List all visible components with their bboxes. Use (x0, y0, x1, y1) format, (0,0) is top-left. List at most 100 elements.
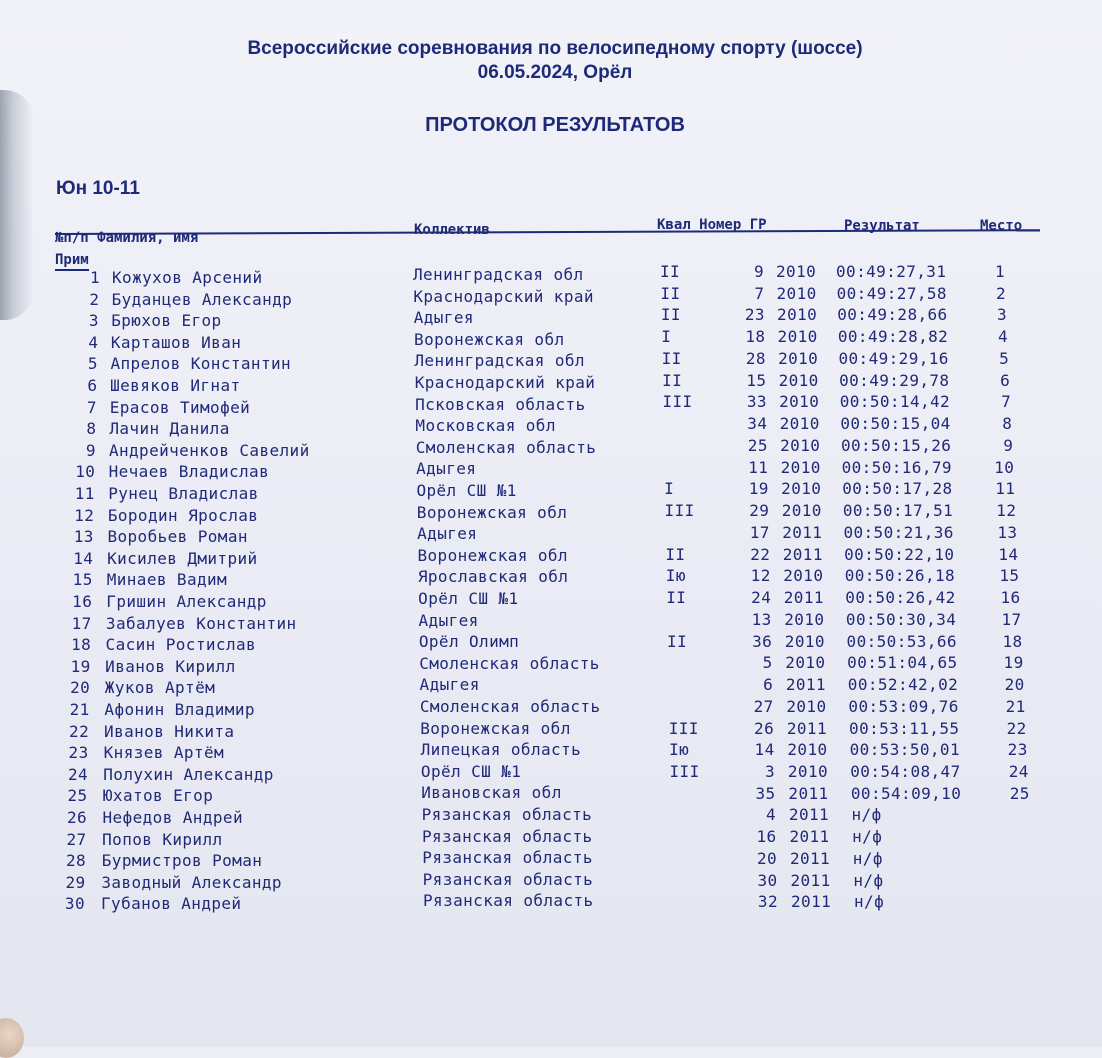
qualification: II (660, 262, 681, 281)
result-time: н/ф (854, 892, 885, 912)
athlete-name: Бурмистров Роман (101, 851, 263, 871)
birth-year: 2011 (786, 718, 827, 738)
birth-year: 2010 (777, 305, 818, 325)
row-number: 20 (70, 678, 91, 698)
team-name: Воронежская обл (416, 502, 568, 522)
team-name: Адыгея (416, 459, 477, 479)
qualification: II (660, 283, 681, 303)
birth-year: 2010 (781, 479, 822, 499)
team-name: Воронежская обл (414, 329, 565, 349)
result-time: 00:53:09,76 (848, 696, 959, 716)
result-row: 22 Иванов Никита Воронежская обл III 26 2011 0… (0, 718, 1102, 742)
row-number: 27 (66, 829, 87, 849)
athlete-name: Попов Кирилл (102, 829, 223, 849)
row-number: 5 (87, 354, 98, 374)
birth-year: 2010 (778, 348, 819, 368)
bib-number: 24 (751, 588, 772, 608)
birth-year: 2010 (780, 435, 821, 455)
place: 15 (999, 566, 1020, 586)
age-group-label: Юн 10-11 (56, 178, 140, 199)
results-list: 1 Кожухов Арсений Ленинградская обл II 9 2010… (0, 262, 1102, 928)
place: 21 (1005, 696, 1026, 716)
birth-year: 2010 (786, 696, 827, 716)
result-time: н/ф (853, 870, 884, 890)
bib-number: 26 (754, 718, 775, 738)
row-number: 23 (68, 743, 89, 763)
qualification: II (661, 348, 682, 368)
qualification: I (664, 479, 675, 499)
result-row: 23 Князев Артём Липецкая область Iю 14 2010 00… (0, 740, 1102, 763)
team-name: Смоленская область (415, 437, 597, 457)
team-name: Орёл Олимп (418, 632, 520, 652)
athlete-name: Сасин Ростислав (105, 635, 257, 655)
result-time: н/ф (852, 848, 883, 868)
result-time: 00:49:28,66 (837, 305, 948, 325)
result-time: 00:50:14,42 (839, 392, 951, 412)
qualification: III (669, 761, 700, 781)
row-number: 14 (73, 548, 94, 568)
birth-year: 2010 (787, 740, 828, 760)
bib-number: 35 (755, 783, 776, 803)
place: 4 (998, 327, 1009, 347)
result-time: н/ф (852, 827, 883, 847)
birth-year: 2011 (788, 783, 829, 803)
place: 17 (1001, 609, 1022, 629)
result-time: 00:54:09,10 (850, 783, 962, 803)
result-time: 00:50:30,34 (845, 609, 957, 629)
athlete-name: Нефедов Андрей (102, 808, 243, 827)
birth-year: 2011 (785, 675, 826, 695)
place: 7 (1001, 392, 1012, 412)
athlete-name: Лачин Данила (109, 419, 230, 439)
result-time: 00:50:26,42 (845, 588, 956, 608)
qualification: Iю (669, 740, 690, 760)
birth-year: 2010 (784, 631, 825, 651)
place: 1 (994, 262, 1005, 281)
birth-year: 2010 (779, 414, 820, 434)
place: 22 (1006, 718, 1027, 738)
row-number: 6 (87, 376, 98, 395)
result-row: 25 Юхатов Егор Ивановская обл 35 2011 00:54:0… (0, 783, 1102, 806)
athlete-name: Рунец Владислав (108, 484, 259, 503)
result-row: 19 Иванов Кирилл Смоленская область 5 2010 00… (0, 653, 1102, 677)
paper-sheet: Всероссийские соревнования по велосипедн… (0, 0, 1102, 1058)
place: 18 (1002, 631, 1023, 651)
place: 20 (1004, 675, 1025, 695)
row-number: 8 (86, 419, 97, 439)
athlete-name: Заводный Александр (101, 872, 282, 892)
row-number: 15 (72, 570, 93, 590)
qualification: II (667, 631, 688, 651)
qualification: II (666, 588, 687, 608)
row-number: 13 (73, 527, 94, 547)
birth-year: 2010 (776, 262, 817, 281)
result-row: 24 Полухин Александр Орёл СШ №1 III 3 2010 00:… (0, 761, 1102, 785)
bib-number: 11 (748, 457, 769, 477)
bib-number: 3 (765, 761, 776, 781)
result-time: 00:49:29,78 (839, 370, 950, 390)
place: 13 (997, 522, 1018, 542)
result-row: 21 Афонин Владимир Смоленская область 27 201… (0, 696, 1102, 720)
birth-year: 2010 (777, 327, 818, 347)
birth-year: 2011 (789, 827, 830, 847)
row-number: 3 (88, 311, 99, 331)
birth-year: 2010 (780, 457, 821, 477)
team-name: Ленинградская обл (413, 265, 584, 284)
birth-year: 2010 (778, 370, 819, 390)
bib-number: 15 (746, 370, 767, 390)
bib-number: 13 (751, 609, 772, 629)
result-time: 00:50:17,51 (842, 501, 954, 521)
qualification: III (668, 718, 699, 738)
row-number: 29 (65, 872, 86, 892)
result-time: н/ф (851, 805, 882, 825)
team-name: Воронежская обл (420, 718, 571, 738)
result-time: 00:49:27,58 (836, 283, 947, 303)
team-name: Ленинградская обл (414, 351, 585, 371)
bib-number: 20 (756, 848, 778, 868)
athlete-name: Кожухов Арсений (112, 268, 263, 287)
thumb-corner (0, 1018, 24, 1058)
team-name: Смоленская область (419, 697, 601, 716)
header-team: Коллектив (414, 222, 490, 238)
bib-number: 30 (757, 870, 778, 890)
birth-year: 2010 (787, 761, 829, 781)
team-name: Рязанская область (421, 826, 593, 846)
team-name: Орёл СШ №1 (416, 481, 517, 500)
